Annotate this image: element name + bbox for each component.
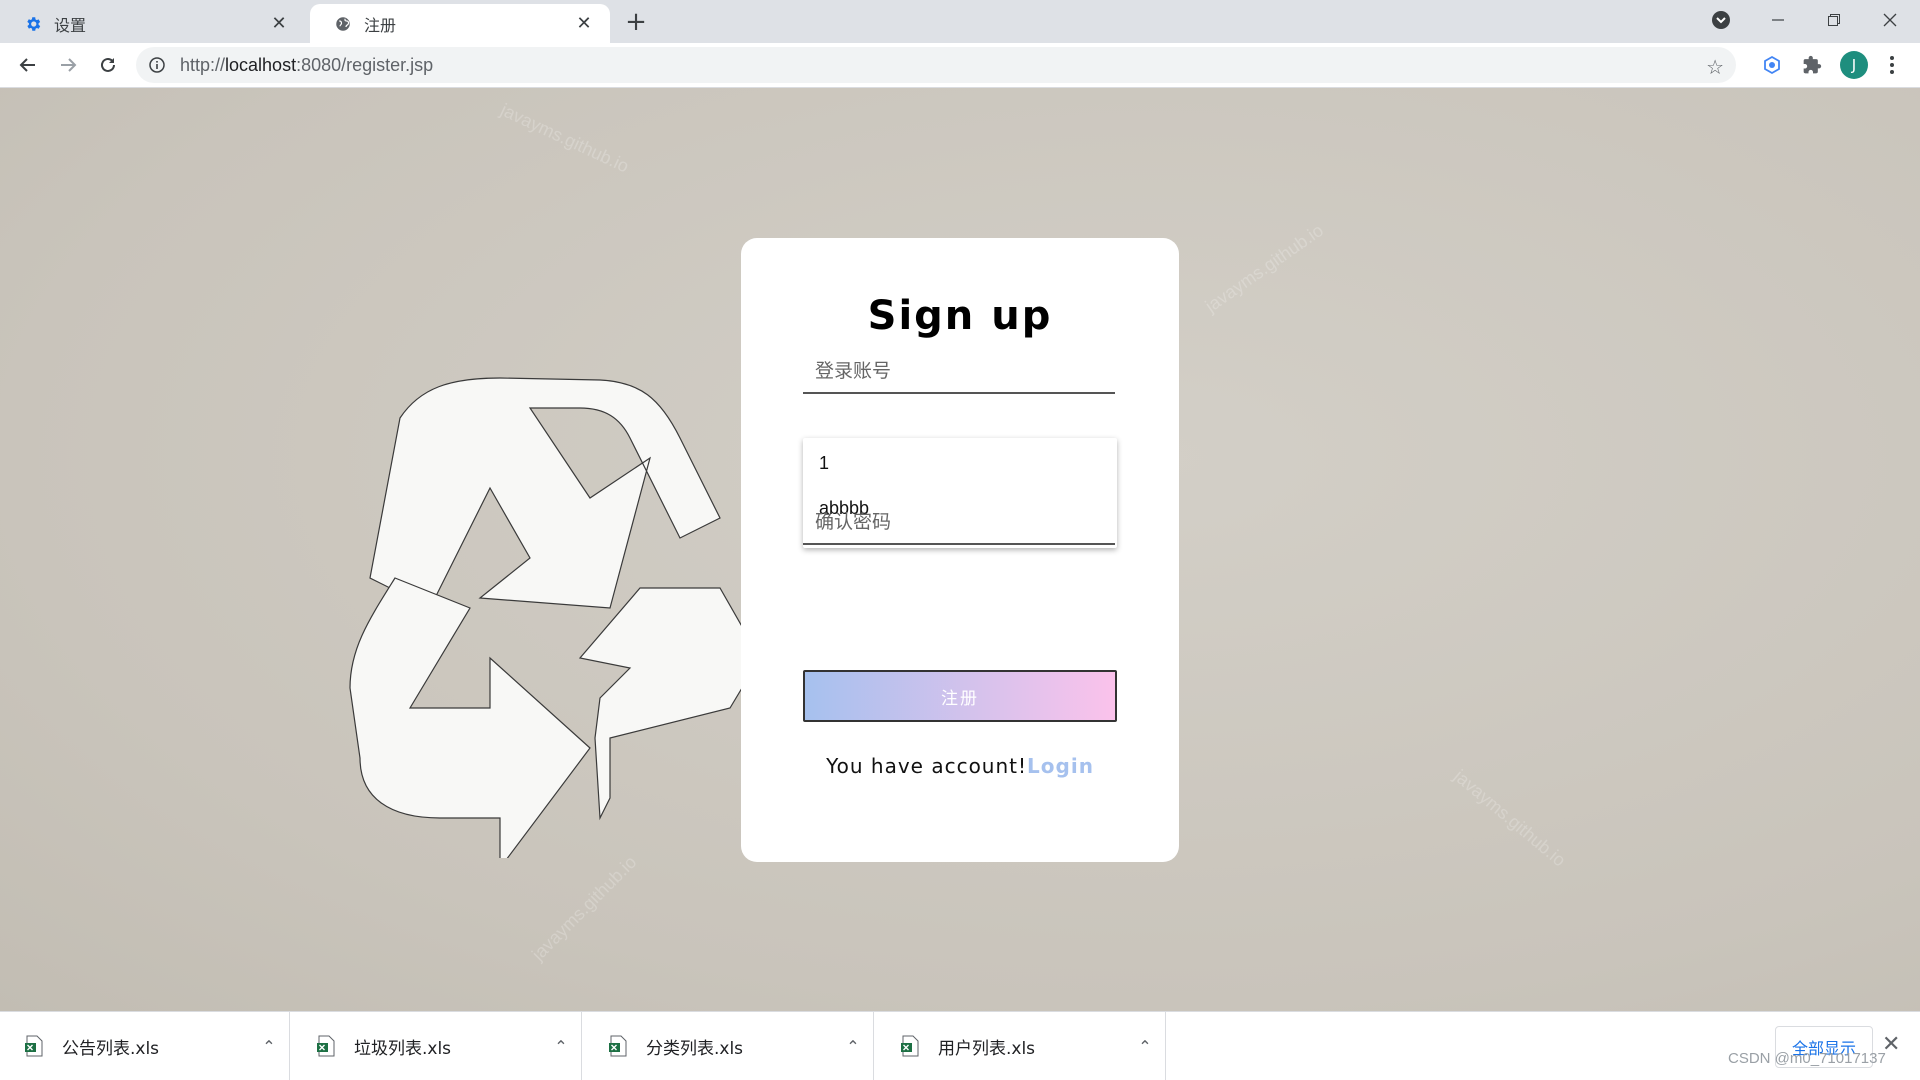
- address-bar[interactable]: http://localhost:8080/register.jsp ☆: [136, 47, 1736, 83]
- download-shelf: 公告列表.xls ⌃ 垃圾列表.xls ⌃ 分类列表.xls ⌃ 用户列表.xl…: [0, 1011, 1920, 1080]
- tab-settings[interactable]: 设置 ✕: [0, 4, 305, 43]
- login-link[interactable]: Login: [1027, 754, 1094, 778]
- restore-icon: [1828, 14, 1840, 26]
- excel-file-icon: [25, 1035, 43, 1057]
- tab-title: 设置: [54, 15, 87, 35]
- recycle-symbol-image: [349, 377, 761, 858]
- signup-card: Sign up 1 abbbb 注册 You have account!Logi…: [741, 238, 1179, 862]
- excel-file-icon: [609, 1035, 627, 1057]
- account-field: [803, 352, 1115, 394]
- download-filename: 垃圾列表.xls: [354, 1038, 452, 1059]
- minimize-icon: [1772, 19, 1784, 21]
- gear-icon: [24, 15, 42, 33]
- download-filename: 公告列表.xls: [62, 1038, 160, 1059]
- excel-file-icon: [901, 1035, 919, 1057]
- download-item[interactable]: 分类列表.xls ⌃: [584, 1012, 874, 1080]
- source-credit: CSDN @m0_71017137: [1728, 1050, 1886, 1067]
- account-input[interactable]: [803, 352, 1115, 390]
- tab-search-button[interactable]: [1693, 0, 1749, 40]
- chevron-up-icon[interactable]: ⌃: [1125, 1037, 1165, 1056]
- arrow-right-icon: [61, 58, 77, 72]
- profile-avatar[interactable]: J: [1840, 51, 1868, 79]
- restore-button[interactable]: [1806, 0, 1862, 40]
- new-tab-button[interactable]: +: [622, 7, 650, 37]
- page-title: Sign up: [867, 293, 1053, 339]
- download-filename: 分类列表.xls: [646, 1038, 744, 1059]
- excel-file-icon: [317, 1035, 335, 1057]
- extension-icon[interactable]: [1758, 51, 1786, 79]
- close-window-button[interactable]: [1862, 0, 1918, 40]
- globe-icon: [334, 15, 352, 33]
- menu-kebab-icon[interactable]: [1878, 51, 1906, 79]
- tab-strip: 设置 ✕ 注册 ✕ +: [0, 0, 1920, 43]
- chevron-up-icon[interactable]: ⌃: [833, 1037, 873, 1056]
- back-button[interactable]: [12, 49, 44, 81]
- register-button[interactable]: 注册: [803, 670, 1117, 722]
- confirm-password-field: [803, 503, 1115, 545]
- download-item[interactable]: 垃圾列表.xls ⌃: [292, 1012, 582, 1080]
- reload-icon: [101, 57, 115, 72]
- reload-button[interactable]: [92, 49, 124, 81]
- chevron-up-icon[interactable]: ⌃: [541, 1037, 581, 1056]
- bookmark-star-icon[interactable]: ☆: [1706, 55, 1724, 79]
- forward-button[interactable]: [52, 49, 84, 81]
- arrow-left-icon: [19, 58, 35, 72]
- chevron-up-icon[interactable]: ⌃: [249, 1037, 289, 1056]
- close-icon: [1883, 13, 1897, 27]
- minimize-button[interactable]: [1750, 0, 1806, 40]
- url-text: http://localhost:8080/register.jsp: [180, 54, 434, 75]
- login-prompt: You have account!Login: [741, 754, 1179, 778]
- close-icon[interactable]: ✕: [269, 13, 289, 34]
- tab-title: 注册: [364, 15, 397, 35]
- page-viewport: javayms.github.io javayms.github.io java…: [0, 88, 1920, 1011]
- download-filename: 用户列表.xls: [938, 1038, 1036, 1059]
- close-icon[interactable]: ✕: [574, 13, 594, 34]
- confirm-password-input[interactable]: [803, 503, 1115, 541]
- download-item[interactable]: 公告列表.xls ⌃: [0, 1012, 290, 1080]
- tab-register[interactable]: 注册 ✕: [310, 4, 610, 43]
- login-prompt-text: You have account!: [826, 754, 1028, 778]
- autocomplete-item[interactable]: 1: [803, 441, 1117, 486]
- download-item[interactable]: 用户列表.xls ⌃: [876, 1012, 1166, 1080]
- chevron-down-circle-icon: [1712, 11, 1730, 29]
- puzzle-icon[interactable]: [1798, 51, 1826, 79]
- info-icon[interactable]: [148, 56, 166, 74]
- browser-toolbar: http://localhost:8080/register.jsp ☆ J: [0, 43, 1920, 88]
